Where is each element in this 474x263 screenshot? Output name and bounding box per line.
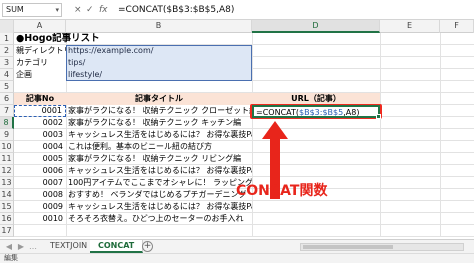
article-no-cell[interactable]: 0010 bbox=[14, 213, 66, 225]
article-title-cell[interactable]: キャッシュレス生活をはじめるには？ お得な裏技Part2 bbox=[66, 165, 252, 177]
row-header[interactable]: 4 bbox=[0, 69, 14, 81]
article-title-cell[interactable]: 家事がラクになる！ 収納テクニック クローゼット編 bbox=[66, 105, 252, 117]
scrollbar-thumb[interactable] bbox=[303, 245, 393, 249]
more-sheets-icon[interactable]: … bbox=[28, 241, 38, 253]
row-header[interactable]: 1 bbox=[0, 33, 14, 45]
formula-suffix: ,A8) bbox=[343, 108, 360, 117]
info-label[interactable]: カテゴリ bbox=[14, 57, 66, 69]
prev-sheet-icon[interactable]: ◀ bbox=[4, 241, 14, 253]
column-header-b[interactable]: B bbox=[66, 20, 252, 33]
row-header[interactable]: 10 bbox=[0, 141, 14, 153]
active-cell[interactable]: =CONCAT($B$3:$B$5,A8) bbox=[252, 105, 381, 119]
fill-handle[interactable] bbox=[376, 114, 381, 119]
article-title-cell[interactable]: これは便利。基本のビニール紐の結び方 bbox=[66, 141, 252, 153]
article-no-cell[interactable]: 0007 bbox=[14, 177, 66, 189]
status-bar: 編集 bbox=[0, 253, 474, 263]
enter-icon[interactable]: ✓ bbox=[86, 4, 94, 16]
row-header[interactable]: 17 bbox=[0, 225, 14, 237]
formula-input[interactable]: =CONCAT($B$3:$B$5,A8) bbox=[118, 4, 234, 16]
gridline bbox=[440, 33, 441, 237]
column-header: A B C D E F bbox=[0, 20, 474, 33]
article-title-cell[interactable]: 100円アイテムでここまでオシャレに！ ラッピングのコツ bbox=[66, 177, 252, 189]
row-header[interactable]: 3 bbox=[0, 57, 14, 69]
row-header[interactable]: 16 bbox=[0, 213, 14, 225]
row-header[interactable]: 5 bbox=[0, 81, 14, 93]
article-title-cell[interactable]: キャッシュレス生活をはじめるには？ お得な裏技Part3 bbox=[66, 201, 252, 213]
status-mode: 編集 bbox=[4, 254, 18, 262]
info-range-border bbox=[66, 45, 252, 81]
info-label[interactable]: 親ディレクトリ bbox=[14, 45, 66, 57]
article-no-cell[interactable]: 0006 bbox=[14, 165, 66, 177]
row-header[interactable]: 11 bbox=[0, 153, 14, 165]
gridline bbox=[252, 33, 253, 237]
article-no-cell[interactable]: 0004 bbox=[14, 141, 66, 153]
row-header[interactable]: 12 bbox=[0, 165, 14, 177]
column-header-e[interactable]: E bbox=[380, 20, 440, 33]
article-title-cell[interactable]: 家事がラクになる！ 収納テクニック リビング編 bbox=[66, 153, 252, 165]
sheet-tab-bar: ◀ ▶ … TEXTJOIN CONCAT + bbox=[0, 239, 474, 253]
formula-bar: SUM ▾ × ✓ fx =CONCAT($B$3:$B$5,A8) bbox=[0, 0, 474, 20]
name-box-value: SUM bbox=[6, 5, 24, 14]
article-no-cell[interactable]: 0001 bbox=[14, 105, 66, 117]
row-header[interactable]: 9 bbox=[0, 129, 14, 141]
active-cell-formula[interactable]: =CONCAT($B$3:$B$5,A8) bbox=[256, 107, 359, 118]
formula-prefix: =CONCAT( bbox=[256, 108, 300, 117]
horizontal-scrollbar[interactable] bbox=[300, 243, 464, 251]
formula-range-ref: $B$3:$B$5 bbox=[299, 108, 344, 117]
article-no-cell[interactable]: 0008 bbox=[14, 189, 66, 201]
article-title-cell[interactable]: 家事がラクになる！ 収納テクニック キッチン編 bbox=[66, 117, 252, 129]
row-header[interactable]: 15 bbox=[0, 201, 14, 213]
article-title-cell[interactable]: おすすめ！ ベランダではじめるプチガーデニング bbox=[66, 189, 252, 201]
row-header[interactable]: 2 bbox=[0, 45, 14, 57]
chevron-down-icon[interactable]: ▾ bbox=[55, 4, 59, 16]
tab-concat[interactable]: CONCAT bbox=[90, 240, 144, 253]
article-no-cell[interactable]: 0005 bbox=[14, 153, 66, 165]
next-sheet-icon[interactable]: ▶ bbox=[16, 241, 26, 253]
table-header-no[interactable]: 記事No bbox=[14, 93, 66, 105]
cancel-icon[interactable]: × bbox=[74, 4, 82, 16]
function-icon[interactable]: fx bbox=[99, 4, 108, 16]
column-header-a[interactable]: A bbox=[14, 20, 66, 33]
select-all-corner[interactable] bbox=[0, 20, 14, 33]
row-header[interactable]: 13 bbox=[0, 177, 14, 189]
info-label[interactable]: 企画 bbox=[14, 69, 66, 81]
article-title-cell[interactable]: キャッシュレス生活をはじめるには？ お得な裏技Part1 bbox=[66, 129, 252, 141]
row-header[interactable]: 14 bbox=[0, 189, 14, 201]
article-no-cell[interactable]: 0003 bbox=[14, 129, 66, 141]
row-header[interactable]: 8 bbox=[0, 117, 14, 129]
article-no-cell[interactable]: 0002 bbox=[14, 117, 66, 129]
add-sheet-button[interactable]: + bbox=[142, 241, 153, 252]
column-header-d[interactable]: D bbox=[252, 20, 380, 33]
table-header-title[interactable]: 記事タイトル bbox=[66, 93, 252, 105]
row-header[interactable]: 7 bbox=[0, 105, 14, 117]
gridline bbox=[14, 236, 474, 237]
article-title-cell[interactable]: そろそろ衣替え。ひどつ上のセーターのお手入れ bbox=[66, 213, 252, 225]
annotation-label: CONCAT関数 bbox=[236, 183, 328, 199]
column-header-f[interactable]: F bbox=[440, 20, 474, 33]
gridline bbox=[380, 33, 381, 237]
sheet-title[interactable]: ●Hogo記事リスト bbox=[16, 33, 216, 45]
worksheet-grid[interactable]: ●Hogo記事リスト 親ディレクトリ https://example.com/ … bbox=[14, 33, 474, 237]
tab-textjoin[interactable]: TEXTJOIN bbox=[42, 240, 97, 253]
name-box[interactable]: SUM ▾ bbox=[2, 3, 62, 17]
article-no-cell[interactable]: 0009 bbox=[14, 201, 66, 213]
row-header[interactable]: 6 bbox=[0, 93, 14, 105]
